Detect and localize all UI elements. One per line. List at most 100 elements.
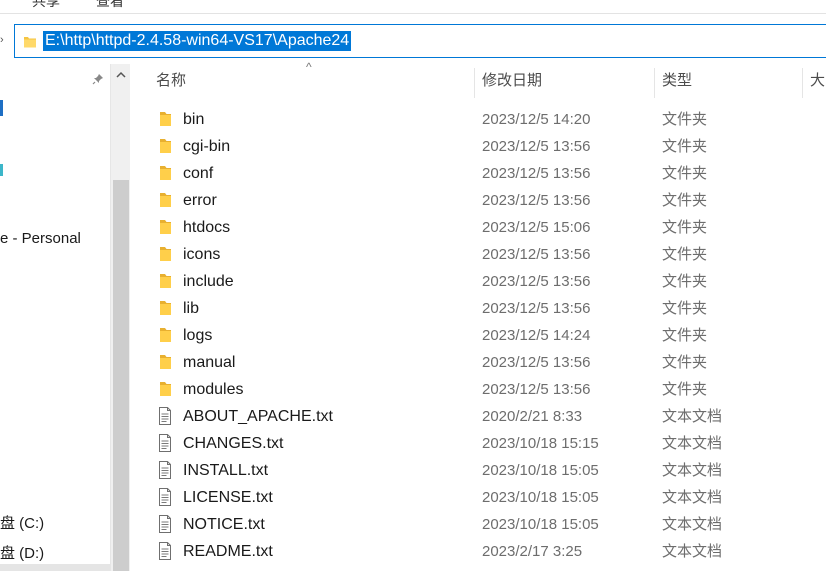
chevron-right-icon[interactable]: › [0, 34, 4, 46]
file-modified-date: 2023/12/5 13:56 [482, 246, 591, 263]
file-name: logs [183, 327, 213, 344]
file-modified-date: 2023/12/5 14:20 [482, 111, 591, 128]
file-modified-date: 2023/10/18 15:05 [482, 462, 599, 479]
text-file-icon [158, 487, 172, 511]
file-row[interactable]: cgi-bin 2023/12/5 13:56 文件夹 [130, 133, 826, 160]
nav-item-drive-d[interactable]: 盘 (D:) [0, 542, 44, 563]
file-type: 文本文档 [662, 489, 723, 506]
folder-icon [158, 352, 172, 376]
file-name: CHANGES.txt [183, 435, 284, 452]
file-row[interactable]: NOTICE.txt 2023/10/18 15:05 文本文档 [130, 511, 826, 538]
nav-item-marker [0, 164, 3, 176]
sort-up-icon: ^ [306, 60, 312, 74]
text-file-icon [158, 433, 172, 457]
nav-scrollbar[interactable] [110, 64, 130, 571]
nav-selected-row [0, 564, 110, 571]
file-name: manual [183, 354, 236, 371]
address-row: › E:\http\httpd-2.4.58-win64-VS17\Apache… [0, 14, 826, 64]
address-path[interactable]: E:\http\httpd-2.4.58-win64-VS17\Apache24 [43, 31, 352, 51]
file-row[interactable]: bin 2023/12/5 14:20 文件夹 [130, 106, 826, 133]
folder-icon [158, 109, 172, 133]
file-name: include [183, 273, 234, 290]
file-modified-date: 2023/2/17 3:25 [482, 543, 583, 560]
file-name: htdocs [183, 219, 231, 236]
scroll-up-arrow-icon[interactable] [115, 68, 127, 80]
column-separator[interactable] [474, 68, 475, 98]
column-header-date[interactable]: 修改日期 [482, 70, 542, 96]
file-modified-date: 2023/12/5 13:56 [482, 273, 591, 290]
file-row[interactable]: htdocs 2023/12/5 15:06 文件夹 [130, 214, 826, 241]
file-type: 文件夹 [662, 111, 708, 128]
file-row[interactable]: icons 2023/12/5 13:56 文件夹 [130, 241, 826, 268]
file-name: bin [183, 111, 205, 128]
column-header-name[interactable]: 名称 [156, 70, 186, 96]
nav-item-onedrive[interactable]: e - Personal [0, 230, 81, 247]
text-file-icon [158, 406, 172, 430]
file-row[interactable]: INSTALL.txt 2023/10/18 15:05 文本文档 [130, 457, 826, 484]
nav-scrollbar-thumb[interactable] [113, 180, 129, 571]
folder-icon [158, 379, 172, 403]
file-modified-date: 2023/12/5 14:24 [482, 327, 591, 344]
file-name: cgi-bin [183, 138, 231, 155]
file-row[interactable]: conf 2023/12/5 13:56 文件夹 [130, 160, 826, 187]
ribbon-tab-share[interactable]: 共享 [32, 0, 60, 11]
file-row[interactable]: lib 2023/12/5 13:56 文件夹 [130, 295, 826, 322]
file-name: conf [183, 165, 214, 182]
file-list: ^ 名称 修改日期 类型 大 bin 2023/12/5 14:20 文件夹 cgi-… [130, 60, 826, 571]
file-row[interactable]: logs 2023/12/5 14:24 文件夹 [130, 322, 826, 349]
folder-icon [23, 35, 37, 53]
folder-icon [158, 271, 172, 295]
file-modified-date: 2023/12/5 13:56 [482, 381, 591, 398]
file-row[interactable]: include 2023/12/5 13:56 文件夹 [130, 268, 826, 295]
file-name: error [183, 192, 217, 209]
file-type: 文件夹 [662, 219, 708, 236]
file-type: 文件夹 [662, 273, 708, 290]
file-modified-date: 2023/12/5 13:56 [482, 138, 591, 155]
pin-icon[interactable] [92, 72, 104, 89]
ribbon: 共享 查看 [0, 0, 826, 14]
file-modified-date: 2023/12/5 15:06 [482, 219, 591, 236]
address-bar[interactable]: E:\http\httpd-2.4.58-win64-VS17\Apache24 [14, 24, 826, 58]
file-type: 文本文档 [662, 516, 723, 533]
file-name: lib [183, 300, 200, 317]
file-modified-date: 2023/12/5 13:56 [482, 192, 591, 209]
file-name: README.txt [183, 543, 273, 560]
file-name: INSTALL.txt [183, 462, 269, 479]
column-separator[interactable] [802, 68, 803, 98]
file-modified-date: 2023/12/5 13:56 [482, 354, 591, 371]
file-row[interactable]: error 2023/12/5 13:56 文件夹 [130, 187, 826, 214]
file-row[interactable]: LICENSE.txt 2023/10/18 15:05 文本文档 [130, 484, 826, 511]
folder-icon [158, 325, 172, 349]
file-row[interactable]: README.txt 2023/2/17 3:25 文本文档 [130, 538, 826, 565]
folder-icon [158, 298, 172, 322]
file-modified-date: 2023/12/5 13:56 [482, 300, 591, 317]
file-row[interactable]: ABOUT_APACHE.txt 2020/2/21 8:33 文本文档 [130, 403, 826, 430]
text-file-icon [158, 514, 172, 538]
file-row[interactable]: manual 2023/12/5 13:56 文件夹 [130, 349, 826, 376]
file-type: 文本文档 [662, 543, 723, 560]
file-modified-date: 2023/12/5 13:56 [482, 165, 591, 182]
file-row[interactable]: CHANGES.txt 2023/10/18 15:15 文本文档 [130, 430, 826, 457]
file-modified-date: 2020/2/21 8:33 [482, 408, 583, 425]
file-name: LICENSE.txt [183, 489, 273, 506]
file-type: 文件夹 [662, 327, 708, 344]
file-type: 文件夹 [662, 246, 708, 263]
folder-icon [158, 190, 172, 214]
column-header-size[interactable]: 大 [810, 70, 825, 96]
file-type: 文本文档 [662, 435, 723, 452]
file-modified-date: 2023/10/18 15:15 [482, 435, 599, 452]
file-row[interactable]: modules 2023/12/5 13:56 文件夹 [130, 376, 826, 403]
folder-icon [158, 244, 172, 268]
column-separator[interactable] [654, 68, 655, 98]
ribbon-tab-view[interactable]: 查看 [96, 0, 124, 11]
file-name: ABOUT_APACHE.txt [183, 408, 333, 425]
file-name: NOTICE.txt [183, 516, 265, 533]
folder-icon [158, 136, 172, 160]
file-type: 文件夹 [662, 354, 708, 371]
column-header-type[interactable]: 类型 [662, 70, 692, 96]
file-type: 文件夹 [662, 300, 708, 317]
nav-item-drive-c[interactable]: 盘 (C:) [0, 512, 44, 533]
file-type: 文件夹 [662, 192, 708, 209]
file-type: 文件夹 [662, 138, 708, 155]
file-modified-date: 2023/10/18 15:05 [482, 516, 599, 533]
